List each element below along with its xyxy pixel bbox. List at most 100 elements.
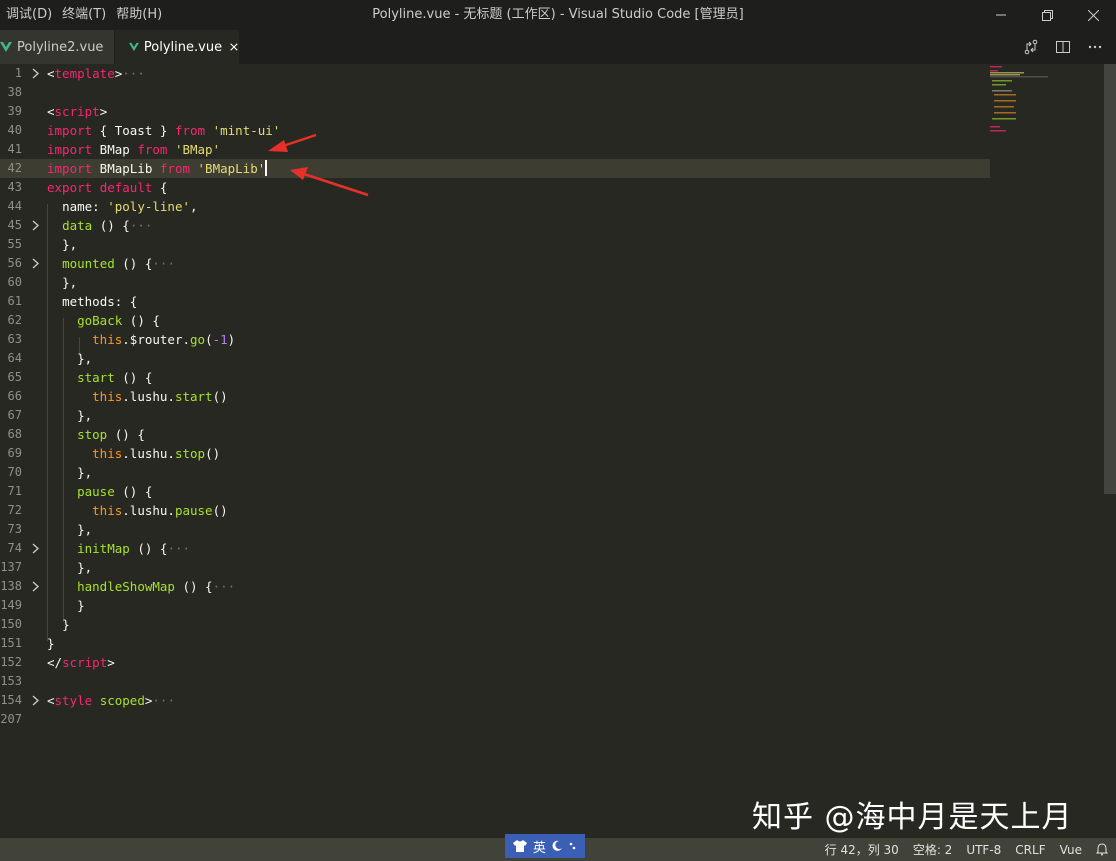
line-code: this.lushu.stop() [47, 444, 220, 463]
line-code: this.$router.go(-1) [47, 330, 235, 349]
code-line[interactable]: 207 [0, 710, 990, 729]
code-token: handleShowMap [77, 579, 175, 594]
menu-terminal[interactable]: 终端(T) [60, 0, 114, 30]
line-number: 149 [0, 598, 22, 612]
code-line[interactable]: 1 <template>··· [0, 64, 990, 83]
code-token: this [92, 503, 123, 518]
restore-icon [1041, 9, 1053, 21]
code-line[interactable]: 151 } [0, 634, 990, 653]
fold-chevron-icon[interactable] [31, 695, 41, 706]
split-editor-button[interactable] [1054, 38, 1072, 56]
code-line[interactable]: 154 <style scoped>··· [0, 691, 990, 710]
code-line[interactable]: 61 methods: { [0, 292, 990, 311]
code-line[interactable]: 64 }, [0, 349, 990, 368]
fold-chevron-icon[interactable] [31, 258, 41, 269]
ime-indicator[interactable]: 英 [505, 834, 585, 858]
line-code: }, [47, 520, 92, 539]
cursor-position[interactable]: 行 42，列 30 [825, 841, 899, 858]
line-code: this.lushu.pause() [47, 501, 228, 520]
code-line[interactable]: 45 data () {··· [0, 216, 990, 235]
code-line[interactable]: 67 }, [0, 406, 990, 425]
code-token: from [174, 123, 206, 138]
code-token: ··· [122, 66, 145, 81]
language-mode[interactable]: Vue [1060, 843, 1082, 857]
code-line[interactable]: 42 import BMapLib from 'BMapLib' [0, 159, 990, 178]
menu-debug[interactable]: 调试(D) [4, 0, 60, 30]
line-code: </script> [47, 653, 115, 672]
code-token: go [190, 332, 206, 347]
code-line[interactable]: 72 this.lushu.pause() [0, 501, 990, 520]
code-line[interactable]: 40 import { Toast } from 'mint-ui' [0, 121, 990, 140]
line-number: 67 [7, 408, 22, 422]
code-token: < [47, 104, 55, 119]
split-editor-icon [1056, 41, 1070, 53]
line-code: initMap () {··· [47, 539, 190, 558]
compare-changes-button[interactable] [1022, 38, 1040, 56]
code-line[interactable]: 62 goBack () { [0, 311, 990, 330]
code-token: this [92, 332, 123, 347]
fold-chevron-icon[interactable] [31, 68, 41, 79]
code-token: () { [174, 579, 213, 594]
more-actions-button[interactable] [1086, 38, 1104, 56]
code-token: ··· [152, 693, 175, 708]
shirt-icon [512, 840, 527, 852]
minimize-button[interactable] [978, 0, 1024, 30]
fold-chevron-icon[interactable] [31, 543, 41, 554]
code-line[interactable]: 138 handleShowMap () {··· [0, 577, 990, 596]
code-line[interactable]: 56 mounted () {··· [0, 254, 990, 273]
code-line[interactable]: 38 [0, 83, 990, 102]
tab-polyline2[interactable]: Polyline2.vue [0, 30, 114, 64]
code-line[interactable]: 68 stop () { [0, 425, 990, 444]
code-token: < [47, 693, 55, 708]
line-number: 40 [7, 123, 22, 137]
code-token: () [212, 503, 228, 518]
code-line[interactable]: 43 export default { [0, 178, 990, 197]
fold-chevron-icon[interactable] [31, 220, 41, 231]
code-line[interactable]: 65 start () { [0, 368, 990, 387]
code-line[interactable]: 41 import BMap from 'BMap' [0, 140, 990, 159]
minimap[interactable] [988, 64, 1048, 144]
code-line[interactable]: 74 initMap () {··· [0, 539, 990, 558]
code-editor[interactable]: 1 <template>··· 38 39 <script> 40 import… [0, 64, 1116, 838]
code-token: () { [122, 313, 160, 328]
line-code: import { Toast } from 'mint-ui' [47, 121, 280, 140]
code-line[interactable]: 137 }, [0, 558, 990, 577]
menu-help[interactable]: 帮助(H) [114, 0, 170, 30]
tab-polyline[interactable]: Polyline.vue [115, 30, 239, 64]
line-number: 65 [7, 370, 22, 384]
close-icon[interactable] [229, 41, 239, 53]
tab-label: Polyline2.vue [17, 39, 104, 55]
code-token: () { [114, 370, 153, 385]
code-line[interactable]: 149 } [0, 596, 990, 615]
code-line[interactable]: 63 this.$router.go(-1) [0, 330, 990, 349]
code-line[interactable]: 153 [0, 672, 990, 691]
close-window-button[interactable] [1070, 0, 1116, 30]
bell-icon[interactable] [1096, 843, 1108, 856]
code-token: ··· [129, 218, 153, 233]
code-line[interactable]: 44 name: 'poly-line', [0, 197, 990, 216]
code-token: script [54, 104, 100, 119]
code-line[interactable]: 60 }, [0, 273, 990, 292]
title-bar: 调试(D) 终端(T) 帮助(H) Polyline.vue - 无标题 (工作… [0, 0, 1116, 30]
code-token: start [77, 370, 115, 385]
code-line[interactable]: 71 pause () { [0, 482, 990, 501]
code-token: 'BMapLib' [197, 161, 266, 176]
fold-chevron-icon[interactable] [31, 581, 41, 592]
code-line[interactable]: 73 }, [0, 520, 990, 539]
code-line[interactable]: 66 this.lushu.start() [0, 387, 990, 406]
code-line[interactable]: 39 <script> [0, 102, 990, 121]
code-line[interactable]: 69 this.lushu.stop() [0, 444, 990, 463]
code-line[interactable]: 152 </script> [0, 653, 990, 672]
encoding[interactable]: UTF-8 [966, 843, 1001, 857]
watermark: 知乎 @海中月是天上月 [752, 800, 1073, 835]
code-line[interactable]: 150 } [0, 615, 990, 634]
indentation[interactable]: 空格: 2 [913, 841, 953, 858]
code-line[interactable]: 55 }, [0, 235, 990, 254]
code-line[interactable]: 70 }, [0, 463, 990, 482]
restore-button[interactable] [1024, 0, 1070, 30]
vertical-scrollbar[interactable] [1104, 64, 1116, 494]
line-number: 73 [7, 522, 22, 536]
code-token: .lushu. [122, 446, 175, 461]
line-ending[interactable]: CRLF [1015, 843, 1045, 857]
